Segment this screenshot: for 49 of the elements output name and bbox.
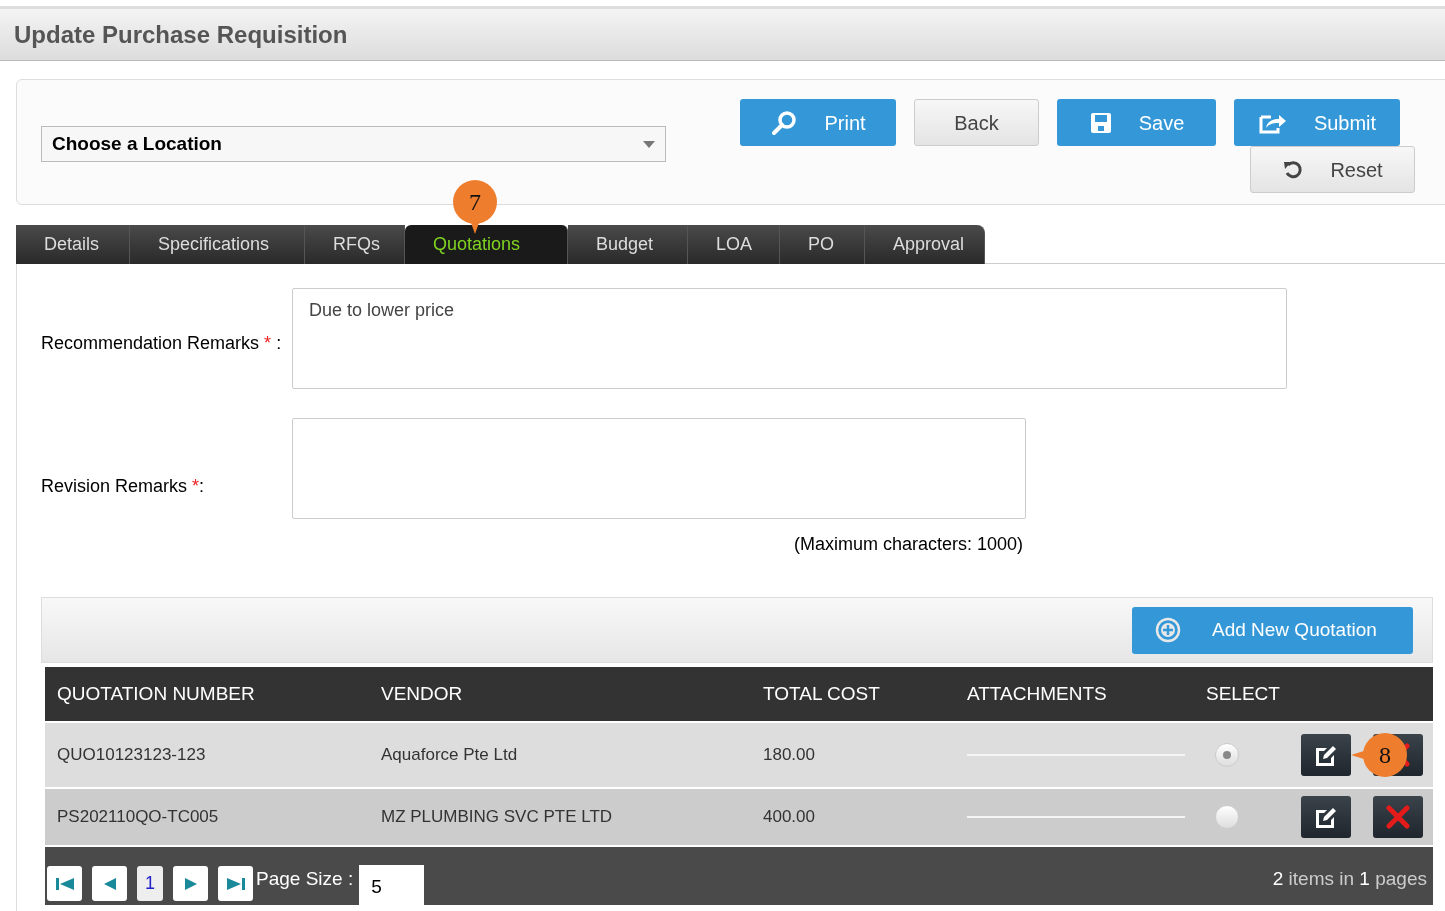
column-header: ATTACHMENTS [967, 681, 1108, 706]
column-header: VENDOR [381, 681, 464, 706]
tab[interactable]: Specifications [130, 225, 305, 264]
field-label: Recommendation Remarks * : [41, 332, 283, 355]
tab[interactable]: Approval [865, 225, 985, 264]
select-radio[interactable] [1215, 805, 1239, 829]
page-size-field[interactable]: 5 [359, 865, 425, 905]
undo-icon [1282, 158, 1305, 181]
column-header: TOTAL COST [763, 681, 881, 706]
back-button[interactable]: Back [914, 99, 1039, 146]
location-select[interactable]: Choose a Location [41, 126, 666, 162]
callout-tooltip: 8 [1351, 733, 1407, 777]
page-button[interactable]: 1 [137, 866, 163, 901]
skip-back-icon [54, 876, 75, 891]
revision-remarks-field[interactable] [292, 418, 1026, 519]
field-label: Revision Remarks *: [41, 475, 206, 498]
dropdown-caret-icon [643, 140, 655, 148]
first-page-button[interactable] [47, 866, 82, 901]
character-limit-hint: (Maximum characters: 1000) [793, 533, 1023, 556]
edit-button[interactable] [1301, 796, 1351, 838]
last-page-button[interactable] [218, 866, 253, 901]
tab[interactable]: Budget [568, 225, 688, 264]
recommendation-remarks-field[interactable]: Due to lower price [292, 288, 1287, 389]
pager-summary: 2 items in 1 pages [1272, 866, 1427, 891]
tab[interactable]: Details [16, 225, 130, 264]
callout-tooltip: 7 [453, 180, 497, 234]
search-icon [770, 108, 799, 137]
column-header: QUOTATION NUMBER [57, 681, 256, 706]
tab[interactable]: LOA [688, 225, 780, 264]
delete-button[interactable] [1373, 796, 1423, 838]
table-cell-text: 400.00 [763, 806, 816, 829]
reset-button[interactable]: Reset [1250, 146, 1415, 193]
table-cell-text: 180.00 [763, 744, 816, 767]
column-header: SELECT [1206, 681, 1281, 706]
edit-button[interactable] [1301, 734, 1351, 776]
table-cell-text: QUO10123123-123 [57, 744, 207, 767]
next-page-button[interactable] [173, 866, 208, 901]
tab[interactable]: PO [780, 225, 865, 264]
plus-circle-icon [1154, 616, 1182, 644]
previous-page-button[interactable] [92, 866, 127, 901]
table-cell-text: Aquaforce Pte Ltd [381, 744, 519, 767]
table-cell-text: MZ PLUMBING SVC PTE LTD [381, 806, 614, 829]
tab[interactable]: Quotations [405, 225, 568, 264]
page-size-label: Page Size : [256, 866, 354, 891]
page-title: Update Purchase Requisition [14, 19, 348, 50]
tab[interactable]: RFQs [305, 225, 405, 264]
select-radio[interactable] [1215, 743, 1239, 767]
table-cell-text: PS202110QO-TC005 [57, 806, 220, 829]
skip-forward-icon [225, 876, 246, 891]
